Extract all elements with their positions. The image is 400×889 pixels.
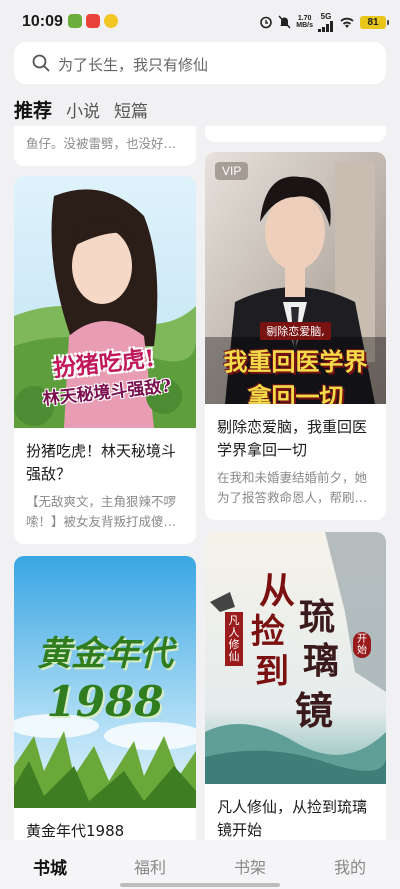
book-title: 扮猪吃虎！林天秘境斗 强敌？ (26, 440, 176, 486)
cover-title: 黄金年代 1988 (14, 626, 196, 726)
book-card[interactable]: 凡人修仙 开始 从 捡 到 琉 璃 镜 凡人修仙，从捡到琉璃 镜开始 (205, 532, 386, 856)
cover-seal-2: 开始 (353, 632, 371, 658)
book-card-partial[interactable]: 鱼仔。没被雷劈，也没好… (14, 126, 196, 166)
book-desc-line2: 嗦！】被女友背叛打成傻… (26, 514, 177, 529)
search-bar[interactable]: 为了长生，我只有修仙 (14, 42, 386, 84)
cover-title-char: 镜 (295, 688, 334, 733)
book-desc-line2: 为了报答救命恩人，帮刷… (217, 490, 368, 505)
tab-novel[interactable]: 小说 (66, 97, 100, 122)
book-desc-line1: 【无敌爽文，主角狠辣不啰 (26, 494, 177, 509)
search-placeholder: 为了长生，我只有修仙 (58, 56, 209, 74)
cover-title-char: 璃 (303, 640, 340, 682)
cover-title-line3: 拿回一切 (247, 382, 344, 404)
net-speed-value: 1.70 (297, 15, 312, 22)
mute-icon (278, 15, 291, 29)
search-icon (32, 54, 50, 72)
book-title-line1: 凡人修仙，从捡到琉璃 (217, 798, 368, 816)
category-tabs: 推荐 小说 短篇 (14, 96, 148, 126)
cover-title: 剔除恋爱脑, 我重回医学界 拿回一切 (205, 320, 386, 404)
book-title-line2: 学界拿回一切 (217, 441, 308, 459)
book-cover: 黄金年代 1988 (14, 556, 196, 808)
nav-profile[interactable]: 我的 (300, 840, 400, 889)
book-desc: 在我和未婚妻结婚前夕，她 为了报答救命恩人，帮刷… (217, 468, 367, 508)
book-desc-line1: 在我和未婚妻结婚前夕，她 (217, 470, 368, 485)
book-desc: 鱼仔。没被雷劈，也没好… (26, 136, 177, 151)
cover-title-line2: 1988 (46, 677, 164, 726)
nav-bookshelf[interactable]: 书架 (200, 840, 300, 889)
vip-badge: VIP (215, 162, 249, 180)
nav-bookstore[interactable]: 书城 (0, 840, 100, 889)
book-card[interactable]: 扮猪吃虎! 林天秘境斗强敌? 扮猪吃虎！林天秘境斗 强敌？ 【无敌爽文，主角狠辣… (14, 176, 196, 544)
status-bar: 10:09 1.70 MB/s 5G 81 (0, 0, 400, 44)
battery-icon: 81 (360, 15, 389, 29)
book-cover: 凡人修仙 开始 从 捡 到 琉 璃 镜 (205, 532, 386, 784)
book-title-line2: 镜开始 (217, 821, 263, 839)
tab-recommend[interactable]: 推荐 (14, 96, 52, 123)
cover-title-line1: 剔除恋爱脑, (260, 322, 331, 340)
bottom-nav: 书城 福利 书架 我的 (0, 840, 400, 889)
book-title-line1: 扮猪吃虎！林天秘境斗 (26, 442, 177, 460)
net-speed: 1.70 MB/s (296, 15, 313, 29)
net-speed-unit: MB/s (296, 22, 313, 29)
book-card-partial-right[interactable] (205, 126, 386, 142)
book-title: 剔除恋爱脑，我重回医 学界拿回一切 (217, 416, 367, 462)
notification-app-icon-1 (68, 14, 82, 28)
notification-app-icon-2 (86, 14, 100, 28)
wifi-icon (340, 17, 354, 28)
book-card[interactable]: VIP 剔除恋爱脑, 我重回医学界 拿回一切 剔除恋爱脑，我重回医 学界拿回一切… (205, 152, 386, 520)
cover-seal: 凡人修仙 (225, 612, 243, 666)
cover-title-line1: 黄金年代 (37, 634, 173, 674)
book-title: 凡人修仙，从捡到琉璃 镜开始 (217, 796, 367, 842)
book-card[interactable]: 黄金年代 1988 黄金年代1988 (14, 556, 196, 856)
signal-icon (318, 20, 333, 32)
book-cover: 扮猪吃虎! 林天秘境斗强敌? (14, 176, 196, 428)
book-cover: VIP 剔除恋爱脑, 我重回医学界 拿回一切 (205, 152, 386, 404)
status-time: 10:09 (22, 13, 63, 30)
cover-title-char: 到 (255, 652, 289, 692)
cover-title-line2: 我重回医学界 (223, 347, 368, 376)
network-type: 5G (320, 11, 332, 21)
notification-app-icon-3 (104, 14, 118, 28)
nav-welfare[interactable]: 福利 (100, 840, 200, 889)
tab-short[interactable]: 短篇 (114, 97, 148, 122)
book-title-line2: 强敌？ (26, 465, 72, 483)
book-title-line1: 剔除恋爱脑，我重回医 (217, 418, 368, 436)
home-indicator[interactable] (120, 883, 280, 887)
alarm-icon (260, 16, 273, 29)
book-desc: 【无敌爽文，主角狠辣不啰 嗦！】被女友背叛打成傻… (26, 492, 176, 532)
